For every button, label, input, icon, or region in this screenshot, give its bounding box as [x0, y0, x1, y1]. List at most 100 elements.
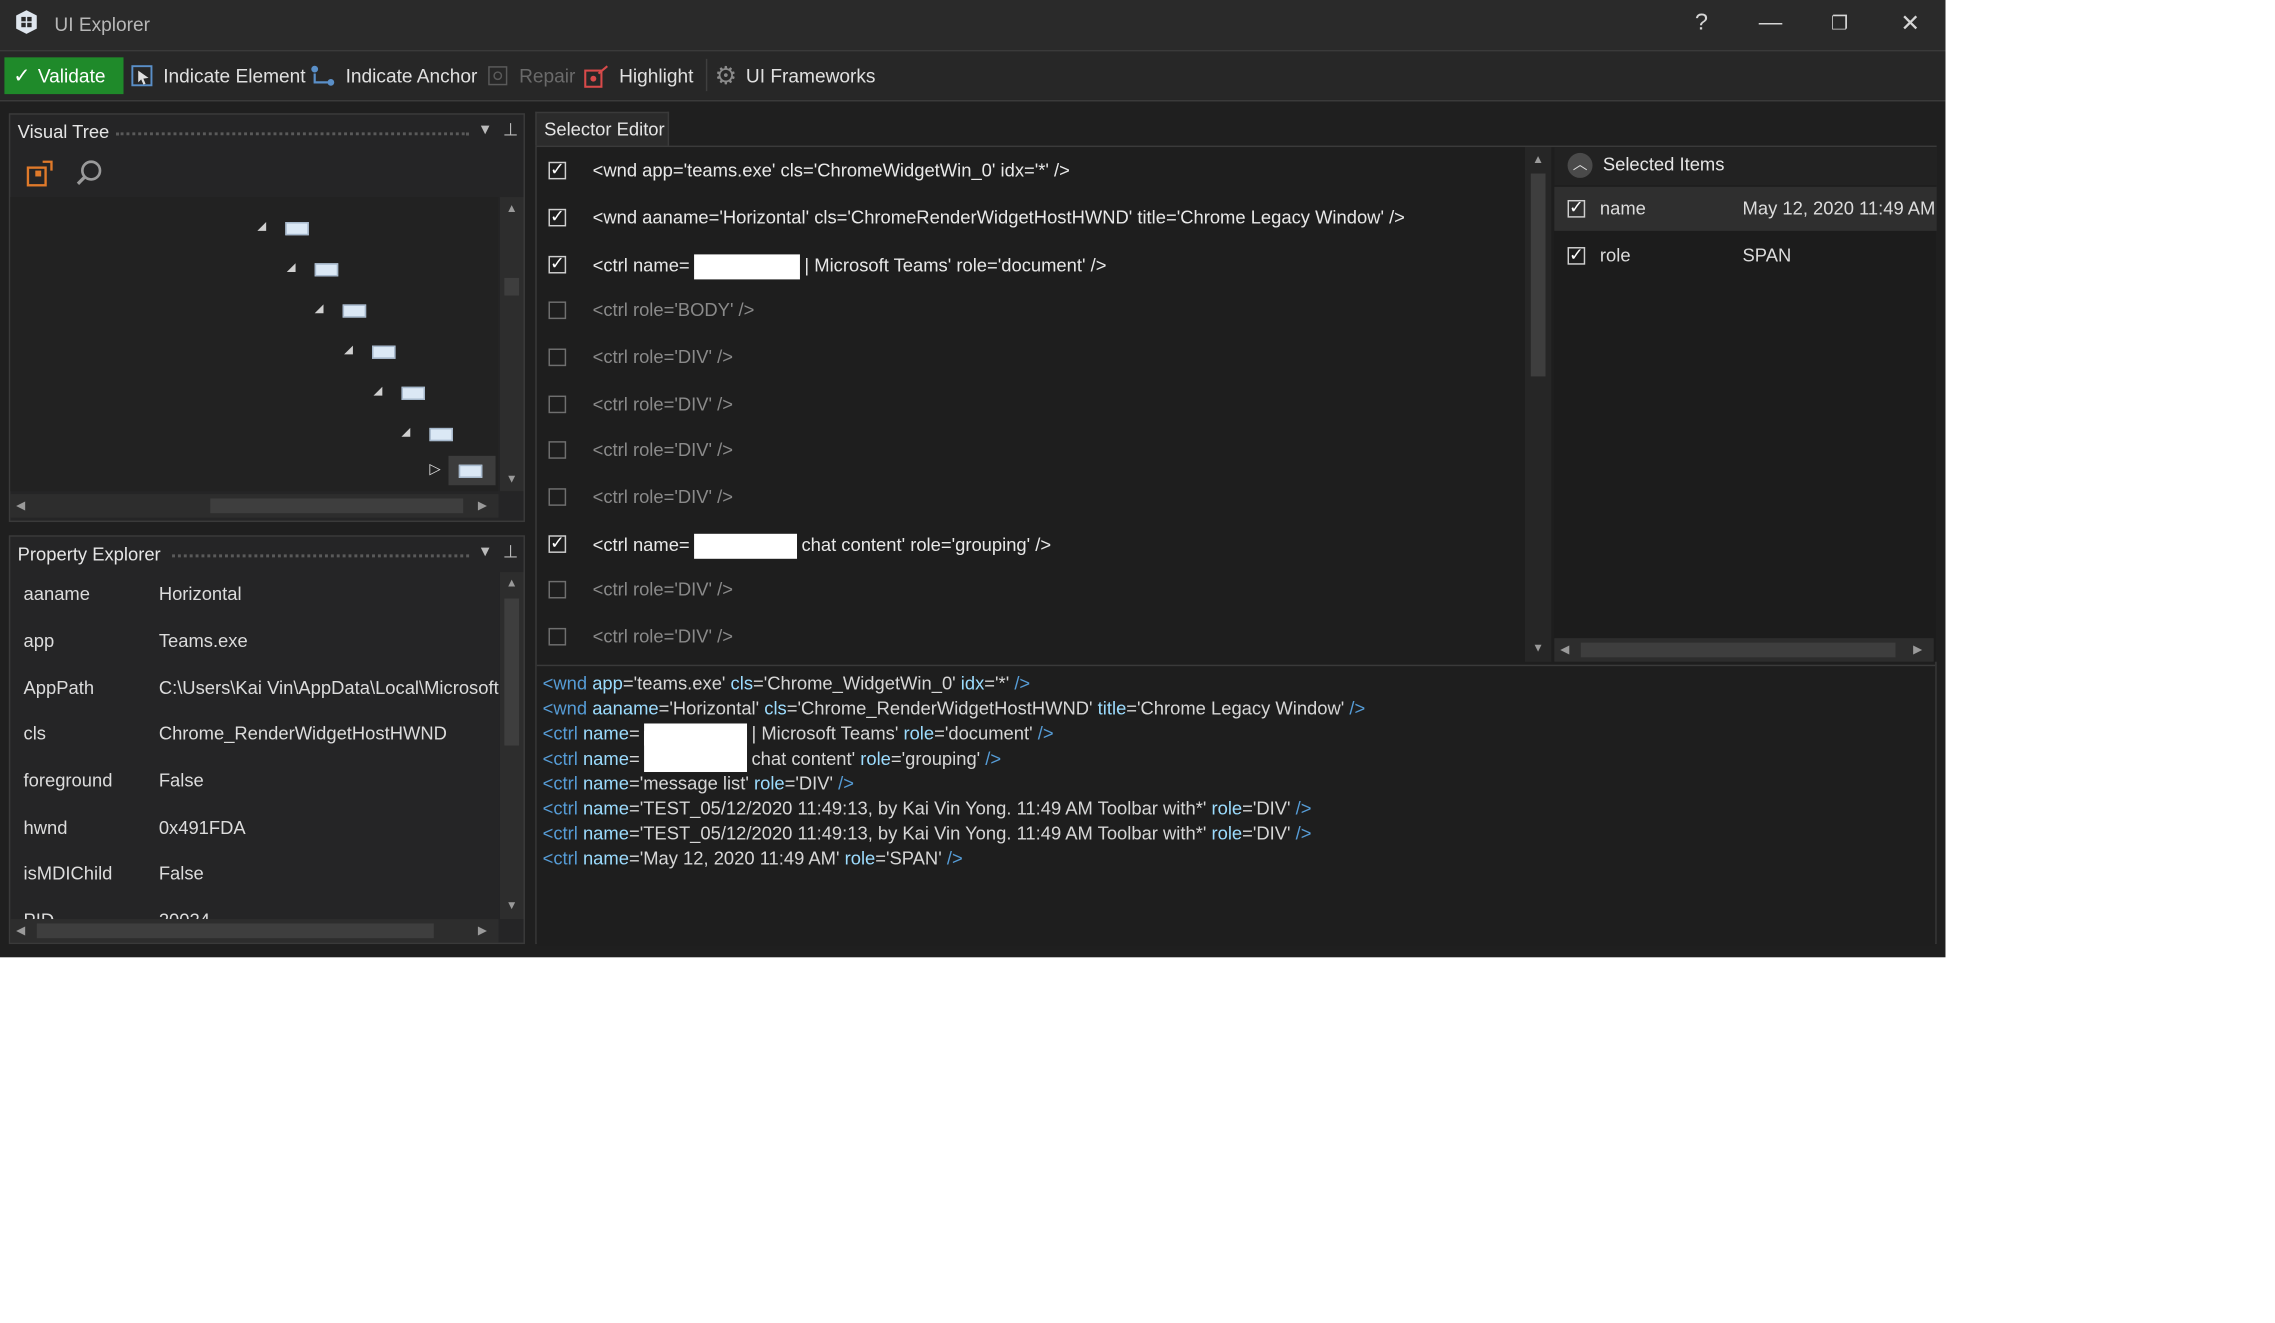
selector-text: <ctrl role='DIV' /> — [592, 347, 733, 368]
app-logo-icon — [16, 10, 37, 34]
property-value: 20024 — [159, 910, 210, 919]
pin-icon[interactable]: ⊥ — [503, 541, 518, 562]
tab-selector-editor[interactable]: Selector Editor — [535, 111, 670, 146]
property-value: False — [158, 770, 204, 792]
property-value: False — [158, 863, 204, 884]
selector-row[interactable]: <ctrl name=| Microsoft Teams' role='docu… — [537, 243, 1522, 289]
property-row[interactable]: isMDIChild False — [10, 851, 495, 897]
selector-row[interactable]: <ctrl name=chat content' role='grouping'… — [537, 522, 1522, 568]
selected-tree-node-highlight[interactable] — [448, 455, 496, 486]
selector-text: <wnd app='teams.exe' cls='ChromeWidgetWi… — [592, 160, 1070, 181]
toolbar-divider — [705, 58, 708, 92]
chevron-up-icon[interactable]: ︿ — [1567, 152, 1593, 178]
title-bar: UI Explorer ? — ❐ ✕ — [0, 0, 1946, 52]
expand-arrow-icon[interactable] — [286, 263, 296, 273]
tree-node[interactable] — [314, 263, 339, 277]
chevron-down-icon[interactable]: ▼ — [478, 544, 493, 560]
property-key: isMDIChild — [23, 863, 113, 884]
selector-vertical-scrollbar[interactable]: ▲ ▼ — [1524, 147, 1552, 662]
pin-icon[interactable]: ⊥ — [503, 119, 518, 140]
selector-row[interactable]: <ctrl role='DIV' /> — [537, 382, 1522, 428]
validate-button[interactable]: ✓ Validate — [4, 57, 124, 95]
help-button[interactable]: ? — [1668, 0, 1736, 47]
selector-text: <ctrl name= | Microsoft Teams' role='docu… — [593, 254, 1106, 280]
search-icon[interactable] — [75, 159, 104, 188]
selector-checkbox[interactable] — [548, 159, 567, 180]
selector-checkbox[interactable] — [548, 206, 567, 227]
ui-frameworks-label: UI Frameworks — [745, 64, 876, 87]
selector-row[interactable]: <ctrl role='BODY' /> — [537, 288, 1522, 334]
selected-item-value: SPAN — [1742, 245, 1792, 267]
selector-checkbox[interactable] — [548, 580, 567, 599]
gear-icon: ⚙ — [714, 61, 738, 89]
indicate-anchor-button[interactable]: Indicate Anchor — [310, 57, 477, 94]
selected-item-checkbox[interactable] — [1567, 244, 1586, 265]
property-key: foreground — [23, 770, 113, 792]
property-row[interactable]: app Teams.exe — [10, 619, 495, 665]
selector-checkbox[interactable] — [548, 532, 567, 553]
selector-checkbox[interactable] — [548, 301, 567, 320]
selected-item-row[interactable]: role SPAN — [1554, 234, 1936, 278]
expand-arrow-icon[interactable] — [257, 222, 267, 231]
repair-button[interactable]: Repair — [487, 57, 575, 94]
tree-horizontal-scrollbar[interactable]: ◀ ▶ — [10, 494, 499, 518]
tree-node[interactable] — [342, 304, 367, 318]
tree-vertical-scrollbar[interactable]: ▲ ▼ — [499, 197, 524, 492]
property-row[interactable]: AppPath C:\Users\Kai Vin\AppData\Local\Mi… — [10, 666, 499, 712]
chevron-down-icon[interactable]: ▼ — [478, 122, 493, 138]
redacted-block — [644, 730, 748, 773]
collapsed-arrow-icon[interactable]: ▷ — [429, 462, 440, 478]
property-row[interactable]: foreground False — [10, 759, 495, 805]
selected-items-horizontal-scrollbar[interactable]: ◀ ▶ — [1554, 638, 1934, 662]
expand-arrow-icon[interactable] — [314, 304, 324, 314]
property-vertical-scrollbar[interactable]: ▲ ▼ — [499, 572, 524, 920]
tree-node[interactable] — [401, 386, 425, 400]
tree-node-selected[interactable] — [458, 464, 483, 478]
expand-arrow-icon[interactable] — [344, 345, 353, 355]
property-row[interactable]: hwnd 0x491FDA — [10, 806, 495, 852]
minimize-button[interactable]: — — [1737, 0, 1805, 47]
selector-checkbox[interactable] — [548, 627, 567, 646]
panel-grip — [172, 554, 470, 558]
xml-line: <ctrl name='May 12, 2020 11:49 AM' role=… — [542, 848, 963, 870]
selector-row[interactable]: <wnd app='teams.exe' cls='ChromeWidgetWi… — [537, 149, 1522, 195]
selector-row[interactable]: <ctrl role='DIV' /> — [537, 615, 1522, 661]
selector-checkbox[interactable] — [548, 395, 567, 414]
property-row[interactable]: aaname Horizontal — [10, 572, 495, 618]
indicate-element-button[interactable]: Indicate Element — [131, 57, 306, 94]
selector-row[interactable]: <ctrl role='DIV' /> — [537, 428, 1522, 474]
selector-checkbox[interactable] — [548, 441, 567, 459]
property-row[interactable]: cls Chrome_RenderWidgetHostHWND — [10, 712, 495, 758]
selector-row[interactable]: <wnd aaname='Horizontal' cls='ChromeRend… — [537, 196, 1522, 242]
selector-row[interactable]: <ctrl role='DIV' /> — [537, 335, 1522, 381]
property-value: C:\Users\Kai Vin\AppData\Local\Microsoft — [158, 677, 499, 699]
tree-node[interactable] — [429, 427, 453, 442]
restore-button[interactable]: ❐ — [1806, 0, 1874, 47]
selector-text: <wnd aaname='Horizontal' cls='ChromeRend… — [592, 207, 1405, 228]
highlight-button[interactable]: Highlight — [584, 57, 693, 94]
selected-item-checkbox[interactable] — [1567, 197, 1586, 218]
visual-tree-area[interactable]: ▷ — [10, 197, 499, 492]
indicate-element-label: Indicate Element — [163, 64, 306, 87]
selector-checkbox[interactable] — [548, 348, 567, 367]
toolbar: ✓ Validate Indicate Element Indicate Anc… — [0, 51, 1946, 102]
selector-checkbox[interactable] — [548, 253, 567, 274]
validate-label: Validate — [37, 64, 106, 87]
property-horizontal-scrollbar[interactable]: ◀ ▶ — [10, 919, 499, 943]
locate-icon[interactable] — [25, 159, 54, 188]
selected-item-row[interactable]: name May 12, 2020 11:49 AM — [1554, 186, 1937, 231]
property-row[interactable]: PID 20024 — [10, 898, 495, 919]
tree-node[interactable] — [372, 345, 396, 359]
close-button[interactable]: ✕ — [1876, 0, 1944, 47]
selector-checkbox[interactable] — [548, 488, 567, 506]
selector-xml-preview[interactable]: <wnd app='teams.exe' cls='Chrome_WidgetW… — [536, 664, 1936, 946]
ui-frameworks-button[interactable]: ⚙ UI Frameworks — [715, 57, 876, 94]
selector-row[interactable]: <ctrl role='DIV' /> — [537, 475, 1522, 521]
expand-arrow-icon[interactable] — [401, 427, 411, 437]
expand-arrow-icon[interactable] — [373, 386, 383, 396]
highlight-icon — [584, 64, 608, 88]
tree-node[interactable] — [285, 222, 309, 236]
property-key: cls — [23, 723, 46, 745]
selected-item-key: role — [1599, 245, 1631, 267]
selector-row[interactable]: <ctrl role='DIV' /> — [537, 568, 1522, 614]
